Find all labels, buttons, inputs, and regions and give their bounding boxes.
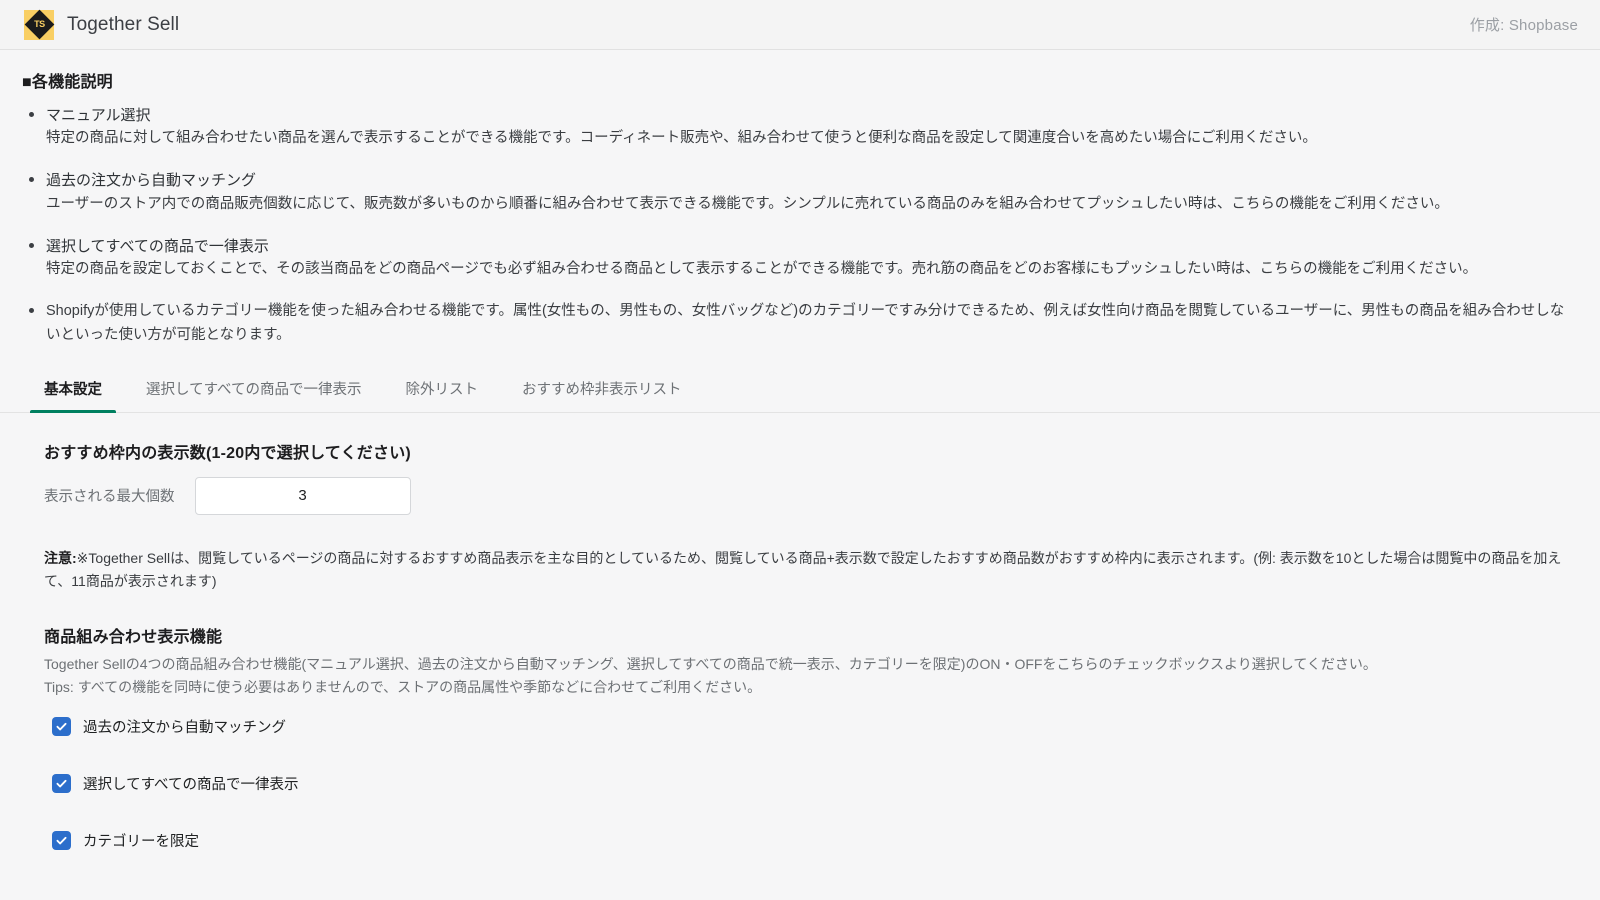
logo-monogram: TS [33,18,45,29]
feature-item-category: Shopifyが使用しているカテゴリー機能を使った組み合わせる機能です。属性(女… [22,300,1578,346]
features-section: ■各機能説明 マニュアル選択 特定の商品に対して組み合わせたい商品を選んで表示す… [0,50,1600,347]
feature-item-uniform-display: 選択してすべての商品で一律表示 特定の商品を設定しておくことで、その該当商品をど… [22,235,1578,281]
checkbox-row-auto-matching[interactable]: 過去の注文から自動マッチング [52,716,1578,737]
feature-item-auto-matching: 過去の注文から自動マッチング ユーザーのストア内での商品販売個数に応じて、販売数… [22,169,1578,215]
basic-settings-panel: おすすめ枠内の表示数(1-20内で選択してください) 表示される最大個数 注意:… [0,413,1600,852]
display-count-field: 表示される最大個数 [44,476,1578,515]
checkbox-checked-icon[interactable] [52,831,71,851]
feature-description: 特定の商品に対して組み合わせたい商品を選んで表示することができる機能です。コーデ… [46,130,1317,147]
checkbox-row-uniform-display[interactable]: 選択してすべての商品で一律表示 [52,773,1578,794]
feature-description: 特定の商品を設定しておくことで、その該当商品をどの商品ページでも必ず組み合わせる… [46,261,1478,278]
feature-title: マニュアル選択 [46,107,151,124]
feature-title: 過去の注文から自動マッチング [46,172,257,190]
checkbox-checked-icon[interactable] [52,774,71,794]
notice-prefix: 注意: [44,549,77,566]
feature-description: ユーザーのストア内での商品販売個数に応じて、販売数が多いものから順番に組み合わせ… [46,195,1449,212]
app-title: Together Sell [67,13,180,35]
checkbox-label: カテゴリーを限定 [83,834,199,851]
display-count-notice: 注意:※Together Sellは、閲覧しているページの商品に対するおすすめ商… [44,547,1578,593]
features-heading: ■各機能説明 [22,74,113,91]
together-sell-logo-icon: TS [24,9,54,40]
tab-label: 基本設定 [44,382,102,399]
tab-basic-settings[interactable]: 基本設定 [22,366,124,413]
feature-description: Shopifyが使用しているカテゴリー機能を使った組み合わせる機能です。属性(女… [46,303,1565,343]
app-header: TS Together Sell 作成: Shopbase [0,0,1600,50]
tab-exclusion-list[interactable]: 除外リスト [383,366,500,412]
author-credit: 作成: Shopbase [1469,17,1578,34]
checkbox-row-category-limit[interactable]: カテゴリーを限定 [52,830,1578,851]
max-display-count-input[interactable] [194,476,411,515]
brand: TS Together Sell [24,9,180,40]
feature-list: マニュアル選択 特定の商品に対して組み合わせたい商品を選んで表示することができる… [22,104,1578,347]
tab-label: おすすめ枠非表示リスト [521,382,682,399]
checkbox-label: 選択してすべての商品で一律表示 [83,777,299,794]
notice-text: ※Together Sellは、閲覧しているページの商品に対するおすすめ商品表示… [44,549,1562,589]
settings-tabbar: 基本設定 選択してすべての商品で一律表示 除外リスト おすすめ枠非表示リスト [0,366,1600,413]
tab-label: 選択してすべての商品で一律表示 [146,382,362,399]
checkbox-checked-icon[interactable] [52,717,71,737]
tab-hidden-recommendation-list[interactable]: おすすめ枠非表示リスト [500,366,704,412]
tab-uniform-display[interactable]: 選択してすべての商品で一律表示 [124,366,383,412]
combination-tips: Tips: すべての機能を同時に使う必要はありませんので、ストアの商品属性や季節… [44,678,762,695]
tab-label: 除外リスト [405,382,478,399]
feature-item-manual-select: マニュアル選択 特定の商品に対して組み合わせたい商品を選んで表示することができる… [22,104,1578,150]
checkbox-label: 過去の注文から自動マッチング [83,720,286,737]
display-count-title: おすすめ枠内の表示数(1-20内で選択してください) [44,444,411,462]
combination-description: Together Sellの4つの商品組み合わせ機能(マニュアル選択、過去の注文… [44,655,1377,672]
display-count-label: 表示される最大個数 [44,489,175,506]
combination-title: 商品組み合わせ表示機能 [44,628,223,646]
feature-title: 選択してすべての商品で一律表示 [46,237,269,255]
